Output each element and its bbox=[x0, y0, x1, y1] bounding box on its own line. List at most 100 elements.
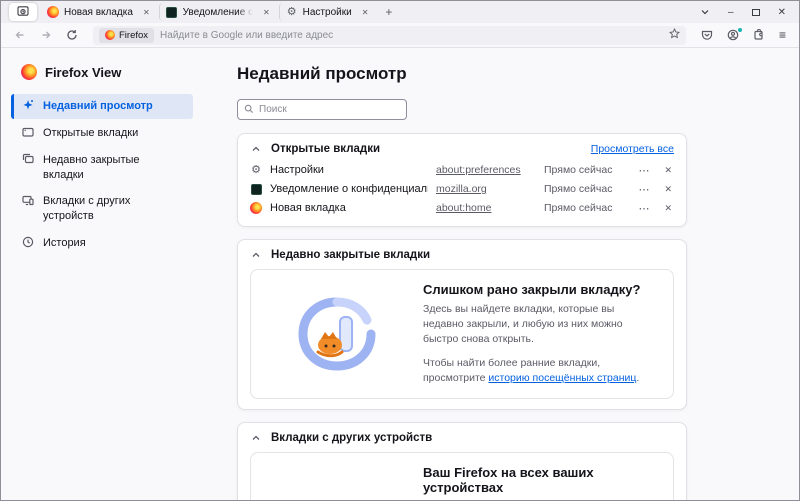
url-bar[interactable]: Firefox bbox=[93, 25, 686, 45]
firefox-logo-icon bbox=[250, 202, 262, 214]
firefox-logo-icon bbox=[47, 6, 59, 18]
row-title: Уведомление о конфиденциальности для бра… bbox=[270, 183, 428, 195]
open-tabs-card: Открытые вкладки Просмотреть все ⚙ Настр… bbox=[237, 133, 687, 227]
firefox-logo-icon bbox=[105, 30, 115, 40]
hint-suffix: . bbox=[636, 371, 640, 384]
mozilla-favicon bbox=[166, 6, 178, 18]
firefox-view-page: Firefox View Недавний просмотр Открытые … bbox=[1, 48, 799, 500]
close-tab-icon[interactable]: ✕ bbox=[260, 7, 273, 18]
reload-icon bbox=[67, 30, 77, 40]
firefox-page-chip: Firefox bbox=[99, 27, 155, 43]
main-area: Недавний просмотр Открытые вкладки Просм bbox=[231, 48, 799, 500]
chevron-up-icon bbox=[252, 252, 260, 257]
row-options-button[interactable]: ⋯ bbox=[634, 183, 654, 196]
row-time: Прямо сейчас bbox=[544, 183, 613, 195]
row-title: Новая вкладка bbox=[270, 202, 346, 214]
close-tab-icon[interactable]: ✕ bbox=[359, 7, 372, 18]
row-url-link[interactable]: mozilla.org bbox=[436, 183, 536, 195]
list-all-tabs-button[interactable] bbox=[691, 1, 719, 23]
close-window-button[interactable]: ✕ bbox=[769, 1, 795, 23]
view-all-link[interactable]: Просмотреть все bbox=[591, 143, 674, 155]
row-close-button[interactable]: ✕ bbox=[662, 165, 674, 176]
tab-window-icon bbox=[22, 126, 34, 138]
sidebar-title: Firefox View bbox=[21, 64, 211, 80]
sidebar-item-label: Недавно закрытые вкладки bbox=[43, 153, 140, 181]
synced-tabs-empty-state: Ваш Firefox на всех ваших устройствах Чт… bbox=[250, 452, 674, 500]
bookmark-star-icon[interactable] bbox=[668, 26, 681, 44]
section-title: Вкладки с других устройств bbox=[271, 432, 433, 445]
tab-new-tab[interactable]: Новая вкладка ✕ bbox=[41, 3, 159, 21]
reload-button[interactable] bbox=[61, 27, 83, 43]
recently-closed-illustration bbox=[251, 297, 423, 371]
puzzle-piece-icon bbox=[754, 29, 763, 40]
mozilla-favicon bbox=[250, 183, 262, 195]
pocket-icon bbox=[701, 30, 713, 40]
history-clock-icon bbox=[22, 236, 34, 248]
gear-icon: ⚙ bbox=[286, 5, 297, 18]
sidebar-item-label: Открытые вкладки bbox=[43, 126, 139, 139]
new-tab-button[interactable]: + bbox=[377, 5, 400, 19]
firefox-view-icon bbox=[17, 5, 29, 20]
tab-strip: Новая вкладка ✕ Уведомление о конфиденци… bbox=[1, 1, 799, 23]
sidebar-nav: Недавний просмотр Открытые вкладки Недав… bbox=[11, 94, 211, 256]
history-link[interactable]: историю посещённых страниц bbox=[488, 372, 636, 384]
account-button[interactable] bbox=[722, 27, 744, 43]
row-title: Настройки bbox=[270, 164, 324, 176]
open-tabs-list: ⚙ Настройки about:preferences Прямо сейч… bbox=[250, 162, 674, 216]
menu-button[interactable]: ≡ bbox=[774, 26, 791, 44]
sidebar-item-synced-tabs[interactable]: Вкладки с других устройств bbox=[11, 189, 193, 229]
minimize-button[interactable]: – bbox=[719, 1, 743, 23]
navigation-toolbar: Firefox ≡ bbox=[1, 23, 799, 48]
row-options-button[interactable]: ⋯ bbox=[634, 164, 654, 177]
row-url-link[interactable]: about:preferences bbox=[436, 164, 536, 176]
tab-privacy-notice[interactable]: Уведомление о конфиденциальности для бра… bbox=[158, 3, 279, 21]
back-arrow-icon bbox=[15, 31, 24, 39]
tab-title: Настройки bbox=[302, 6, 352, 18]
chevron-down-icon bbox=[701, 10, 709, 15]
account-notification-dot bbox=[737, 28, 742, 32]
collapse-section-button[interactable] bbox=[250, 432, 262, 444]
collapse-section-button[interactable] bbox=[250, 249, 262, 261]
table-row[interactable]: Уведомление о конфиденциальности для бра… bbox=[250, 181, 674, 197]
address-input[interactable] bbox=[160, 29, 663, 41]
tab-title: Новая вкладка bbox=[64, 6, 133, 18]
sidebar-title-label: Firefox View bbox=[45, 64, 122, 80]
extensions-button[interactable] bbox=[748, 27, 770, 43]
table-row[interactable]: ⚙ Настройки about:preferences Прямо сейч… bbox=[250, 162, 674, 178]
empty-state-hint: Чтобы найти более ранние вкладки, просмо… bbox=[423, 356, 651, 386]
table-row[interactable]: Новая вкладка about:home Прямо сейчас ⋯ … bbox=[250, 200, 674, 216]
sidebar-item-recent-browsing[interactable]: Недавний просмотр bbox=[11, 94, 193, 119]
row-close-button[interactable]: ✕ bbox=[662, 203, 674, 214]
chevron-up-icon bbox=[252, 435, 260, 441]
firefox-window: Новая вкладка ✕ Уведомление о конфиденци… bbox=[0, 0, 800, 501]
back-button[interactable] bbox=[9, 27, 31, 43]
url-chip-label: Firefox bbox=[119, 29, 149, 41]
sidebar-item-label: Недавний просмотр bbox=[43, 100, 153, 112]
recently-closed-tabs-icon bbox=[22, 153, 34, 165]
synced-tabs-card: Вкладки с других устройств Ваш Firefox н… bbox=[237, 422, 687, 500]
search-icon bbox=[244, 101, 254, 119]
empty-state-title: Слишком рано закрыли вкладку? bbox=[423, 282, 641, 297]
firefox-view-button[interactable] bbox=[9, 3, 37, 21]
row-close-button[interactable]: ✕ bbox=[662, 184, 674, 195]
maximize-icon bbox=[751, 8, 760, 16]
toolbar-right-icons: ≡ bbox=[696, 26, 791, 44]
row-url-link[interactable]: about:home bbox=[436, 202, 536, 214]
sparkle-icon bbox=[22, 99, 34, 111]
sidebar-item-open-tabs[interactable]: Открытые вкладки bbox=[11, 121, 193, 146]
sidebar-item-label: Вкладки с других устройств bbox=[43, 195, 131, 223]
search-input[interactable] bbox=[259, 104, 400, 115]
search-box[interactable] bbox=[237, 99, 407, 120]
close-tab-icon[interactable]: ✕ bbox=[140, 7, 153, 18]
forward-button[interactable] bbox=[35, 27, 57, 43]
row-options-button[interactable]: ⋯ bbox=[634, 202, 654, 215]
sidebar-item-label: История bbox=[43, 237, 86, 250]
sidebar-item-history[interactable]: История bbox=[11, 231, 193, 256]
row-time: Прямо сейчас bbox=[544, 164, 613, 176]
tab-settings[interactable]: ⚙ Настройки ✕ bbox=[278, 3, 378, 21]
maximize-button[interactable] bbox=[743, 1, 769, 23]
recently-closed-card: Недавно закрытые вкладки Слишком рано за… bbox=[237, 239, 687, 411]
pocket-button[interactable] bbox=[696, 27, 718, 43]
sidebar-item-recently-closed[interactable]: Недавно закрытые вкладки bbox=[11, 148, 193, 188]
collapse-section-button[interactable] bbox=[250, 143, 262, 155]
